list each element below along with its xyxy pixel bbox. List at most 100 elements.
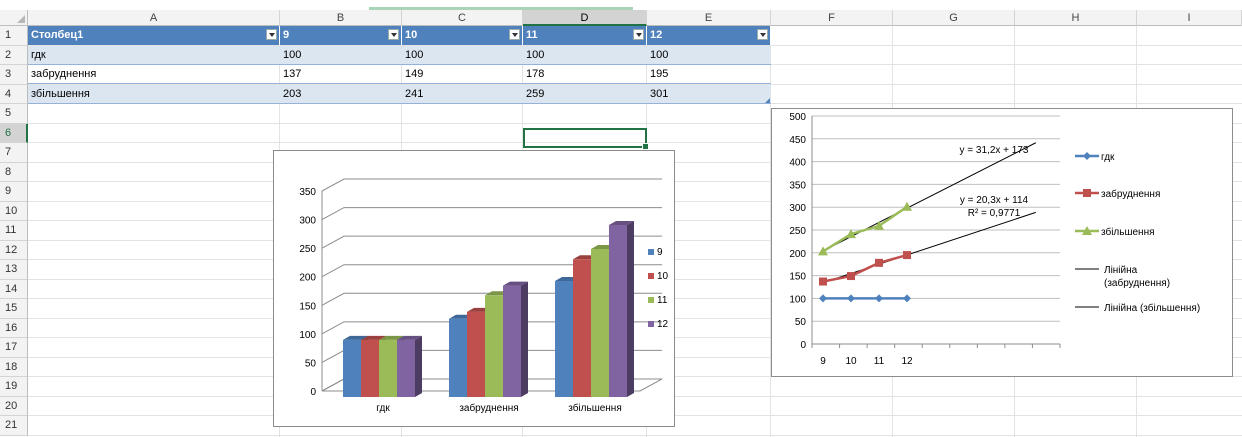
trendline-r2: R² = 0,9771 xyxy=(968,208,1021,219)
column-header-E[interactable]: E xyxy=(647,10,771,26)
data-point-square xyxy=(903,251,911,260)
data-point-square xyxy=(875,258,883,267)
select-all-button[interactable] xyxy=(0,10,28,26)
legend-label: 9 xyxy=(657,247,663,258)
x-tick-label: 11 xyxy=(874,356,885,367)
header-text: 12 xyxy=(650,29,663,41)
row-header-12[interactable]: 12 xyxy=(0,240,28,260)
y-tick-label: 250 xyxy=(789,226,806,237)
x-tick-label: забруднення xyxy=(459,402,518,414)
legend-label: Лінійна (збільшення) xyxy=(1104,302,1200,314)
column-header-H[interactable]: H xyxy=(1015,10,1137,26)
y-tick-label: 100 xyxy=(789,294,806,305)
column-header-D[interactable]: D xyxy=(523,10,647,26)
table-cell[interactable]: збільшення xyxy=(28,84,280,104)
column-header-I[interactable]: I xyxy=(1137,10,1242,26)
row-header-4[interactable]: 4 xyxy=(0,84,28,104)
bar xyxy=(573,259,591,397)
table-cell[interactable]: 301 xyxy=(647,84,771,104)
table-header-cell: Столбец1 xyxy=(28,26,280,45)
row-header-5[interactable]: 5 xyxy=(0,104,28,124)
table-cell[interactable]: гдк xyxy=(28,45,280,65)
data-point-diamond xyxy=(847,294,855,303)
table-cell[interactable]: 203 xyxy=(280,84,402,104)
line-chart-svg: 0 50 100 150 200 250 300 350 400 450 500 9 10 11 12 y =… xyxy=(789,112,1200,367)
table-cell[interactable]: забруднення xyxy=(28,65,280,84)
bar xyxy=(467,311,485,397)
header-text: Столбец1 xyxy=(31,29,84,41)
bar xyxy=(503,285,521,397)
column-header-C[interactable]: C xyxy=(402,10,523,26)
line-chart[interactable]: 0 50 100 150 200 250 300 350 400 450 500 9 10 11 12 y =… xyxy=(771,108,1233,377)
table-cell[interactable]: 178 xyxy=(523,65,647,84)
bar-chart-svg: 0 50 100 150 200 250 300 350 гдк забруднення збіль… xyxy=(299,178,669,414)
x-tick-label: 12 xyxy=(901,356,913,367)
legend-label: 10 xyxy=(657,271,669,282)
bar xyxy=(609,225,627,397)
row-header-9[interactable]: 9 xyxy=(0,182,28,202)
table-cell[interactable]: 195 xyxy=(647,65,771,84)
column-header-F[interactable]: F xyxy=(771,10,893,26)
row-header-14[interactable]: 14 xyxy=(0,279,28,299)
row-header-11[interactable]: 11 xyxy=(0,221,28,241)
y-tick-label: 250 xyxy=(299,244,316,255)
x-tick-label: збільшення xyxy=(568,402,622,414)
row-header-1[interactable]: 1 xyxy=(0,26,28,46)
table-cell[interactable]: 100 xyxy=(647,45,771,65)
x-tick-label: 10 xyxy=(845,356,857,367)
gridline xyxy=(321,178,662,192)
data-point-square xyxy=(819,277,827,286)
x-tick-label: 9 xyxy=(820,356,826,367)
row-header-18[interactable]: 18 xyxy=(0,357,28,377)
filter-dropdown-icon[interactable] xyxy=(757,29,768,40)
bar xyxy=(555,281,573,397)
table-cell[interactable]: 259 xyxy=(523,84,647,104)
table-cell[interactable]: 100 xyxy=(280,45,402,65)
filter-dropdown-icon[interactable] xyxy=(266,29,277,40)
y-tick-label: 500 xyxy=(789,112,806,123)
table-cell[interactable]: 100 xyxy=(523,45,647,65)
row-header-16[interactable]: 16 xyxy=(0,318,28,338)
row-header-3[interactable]: 3 xyxy=(0,65,28,85)
y-tick-label: 350 xyxy=(789,180,806,191)
table-header-cell: 12 xyxy=(647,26,771,45)
row-header-8[interactable]: 8 xyxy=(0,162,28,182)
legend-swatch xyxy=(648,249,654,255)
row-header-15[interactable]: 15 xyxy=(0,299,28,319)
filter-dropdown-icon[interactable] xyxy=(509,29,520,40)
y-tick-label: 150 xyxy=(789,272,806,283)
bar-side xyxy=(521,281,528,397)
filter-dropdown-icon[interactable] xyxy=(633,29,644,40)
table-resize-handle-icon[interactable] xyxy=(765,98,770,103)
bar-side xyxy=(627,221,634,397)
spreadsheet: ABCDEFGHI 1 2 3 4 5 6 7 8 9 10 11 12 13 14 15 16 17 18 19 2… xyxy=(0,0,1242,437)
legend-label: забруднення xyxy=(1101,188,1160,200)
row-header-6[interactable]: 6 xyxy=(0,123,28,143)
column-header-A[interactable]: A xyxy=(28,10,280,26)
bar-chart-3d[interactable]: 0 50 100 150 200 250 300 350 гдк забруднення збіль… xyxy=(273,150,675,427)
row-header-7[interactable]: 7 xyxy=(0,143,28,163)
y-tick-label: 300 xyxy=(789,203,806,214)
row-header-2[interactable]: 2 xyxy=(0,45,28,65)
row-header-17[interactable]: 17 xyxy=(0,338,28,358)
y-tick-label: 50 xyxy=(305,358,317,369)
row-header-20[interactable]: 20 xyxy=(0,396,28,416)
column-header-B[interactable]: B xyxy=(280,10,402,26)
legend-label: 11 xyxy=(657,295,668,306)
table-cell[interactable]: 149 xyxy=(402,65,523,84)
column-header-G[interactable]: G xyxy=(893,10,1015,26)
table-cell[interactable]: 100 xyxy=(402,45,523,65)
trendline-equation: y = 31,2x + 173 xyxy=(960,145,1029,156)
table-cell[interactable]: 241 xyxy=(402,84,523,104)
table-cell[interactable]: 137 xyxy=(280,65,402,84)
row-header-13[interactable]: 13 xyxy=(0,260,28,280)
header-text: 11 xyxy=(526,29,538,41)
row-header-21[interactable]: 21 xyxy=(0,416,28,436)
filter-dropdown-icon[interactable] xyxy=(388,29,399,40)
y-tick-label: 200 xyxy=(789,249,806,260)
table-header-cell: 9 xyxy=(280,26,402,45)
active-cell-D6[interactable] xyxy=(523,128,649,150)
row-header-19[interactable]: 19 xyxy=(0,377,28,397)
legend-swatch xyxy=(648,297,654,303)
row-header-10[interactable]: 10 xyxy=(0,201,28,221)
